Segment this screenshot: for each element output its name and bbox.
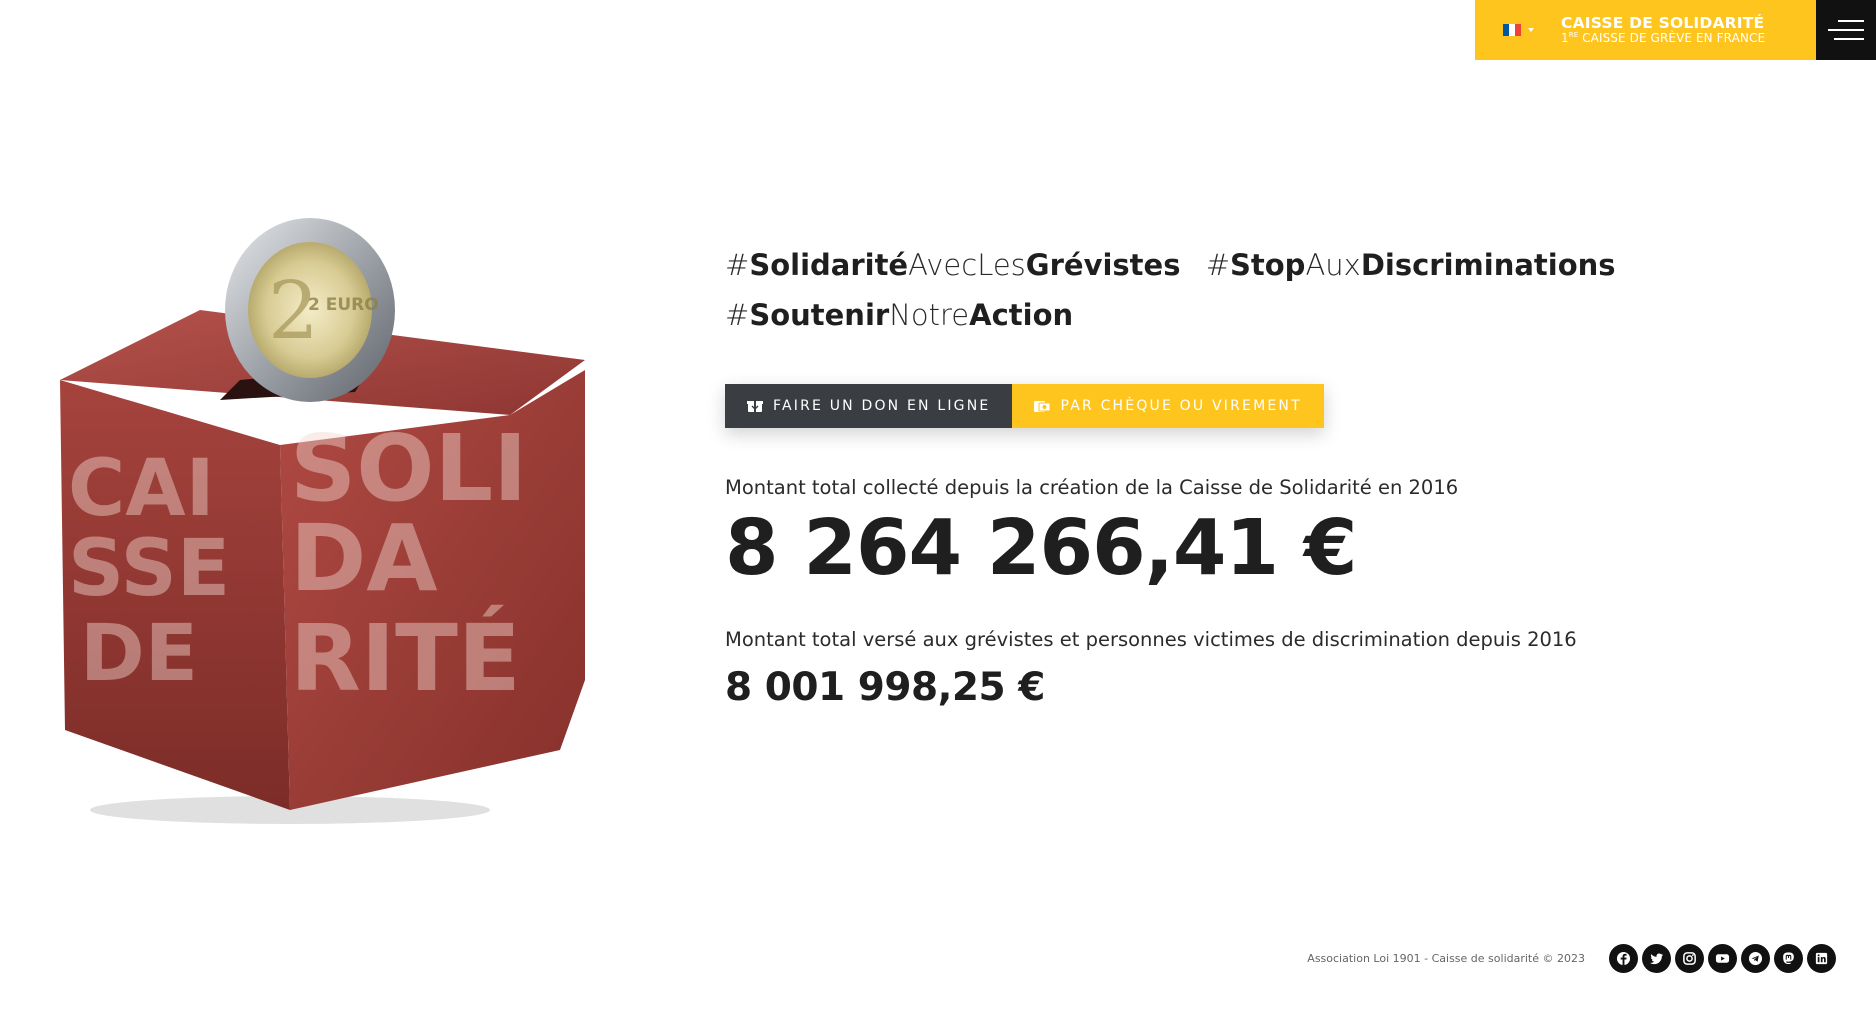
hashtags: #SolidaritéAvecLesGrévistes #StopAuxDisc… [725,240,1725,340]
facebook-icon [1616,951,1631,966]
hashtag-solidarite: #SolidaritéAvecLesGrévistes [725,248,1181,282]
linkedin-link[interactable] [1807,944,1836,973]
linkedin-icon [1815,952,1828,965]
hamburger-menu-button[interactable] [1816,0,1876,60]
brand-title: CAISSE DE SOLIDARITÉ [1561,14,1765,33]
brick-coin-illustration: 2 2 EURO CAI SSE DE SOLI DA RITÉ [60,218,585,824]
footer: Association Loi 1901 - Caisse de solidar… [1307,944,1836,973]
facebook-link[interactable] [1609,944,1638,973]
brick-text-sse: SSE [68,524,230,614]
mastodon-link[interactable] [1774,944,1803,973]
collected-total: 8 264 266,41 € [725,504,1357,593]
money-icon [1034,401,1051,412]
collected-label: Montant total collecté depuis la créatio… [725,476,1459,499]
chevron-down-icon [1527,28,1534,32]
youtube-icon [1715,954,1730,963]
hamburger-line [1828,29,1864,31]
copyright-text: Association Loi 1901 - Caisse de solidar… [1307,952,1585,965]
header-bar: CAISSE DE SOLIDARITÉ 1RE CAISSE DE GRÈVE… [1475,0,1876,60]
main-content: #SolidaritéAvecLesGrévistes #StopAuxDisc… [725,240,1725,710]
gift-box-icon [747,401,763,412]
brick-text-da: DA [290,505,438,612]
hashtag-soutenir: #SoutenirNotreAction [725,298,1074,332]
hashtag-stop-discriminations: #StopAuxDiscriminations [1205,248,1616,282]
social-links [1609,944,1836,973]
paid-label: Montant total versé aux grévistes et per… [725,627,1577,651]
telegram-icon [1748,951,1763,966]
telegram-link[interactable] [1741,944,1770,973]
twitter-icon [1649,953,1664,965]
hamburger-menu-icon [1838,20,1864,22]
brand-subtitle: 1RE CAISSE DE GRÈVE EN FRANCE [1561,31,1766,46]
youtube-link[interactable] [1708,944,1737,973]
donate-online-label: FAIRE UN DON EN LIGNE [773,398,991,414]
brick-text-de: DE [80,609,198,699]
brick-text-rite: RITÉ [290,604,521,712]
paid-total: 8 001 998,25 € [725,664,1045,710]
instagram-icon [1683,952,1696,965]
donation-buttons: FAIRE UN DON EN LIGNE PAR CHÈQUE OU VIRE… [725,384,1324,428]
brick-text-cai: CAI [68,444,215,534]
cheque-transfer-label: PAR CHÈQUE OU VIREMENT [1060,398,1302,414]
twitter-link[interactable] [1642,944,1671,973]
cheque-transfer-button[interactable]: PAR CHÈQUE OU VIREMENT [1012,384,1324,428]
euro-coin: 2 2 EURO [225,218,395,402]
brand-link[interactable]: CAISSE DE SOLIDARITÉ 1RE CAISSE DE GRÈVE… [1561,15,1765,45]
mastodon-icon [1783,952,1794,965]
language-selector[interactable] [1475,0,1561,60]
flag-france-icon [1502,24,1521,36]
brand-banner: CAISSE DE SOLIDARITÉ 1RE CAISSE DE GRÈVE… [1475,0,1816,60]
hamburger-line [1834,38,1864,40]
donate-online-button[interactable]: FAIRE UN DON EN LIGNE [725,384,1013,428]
instagram-link[interactable] [1675,944,1704,973]
svg-text:2 EURO: 2 EURO [308,295,379,315]
